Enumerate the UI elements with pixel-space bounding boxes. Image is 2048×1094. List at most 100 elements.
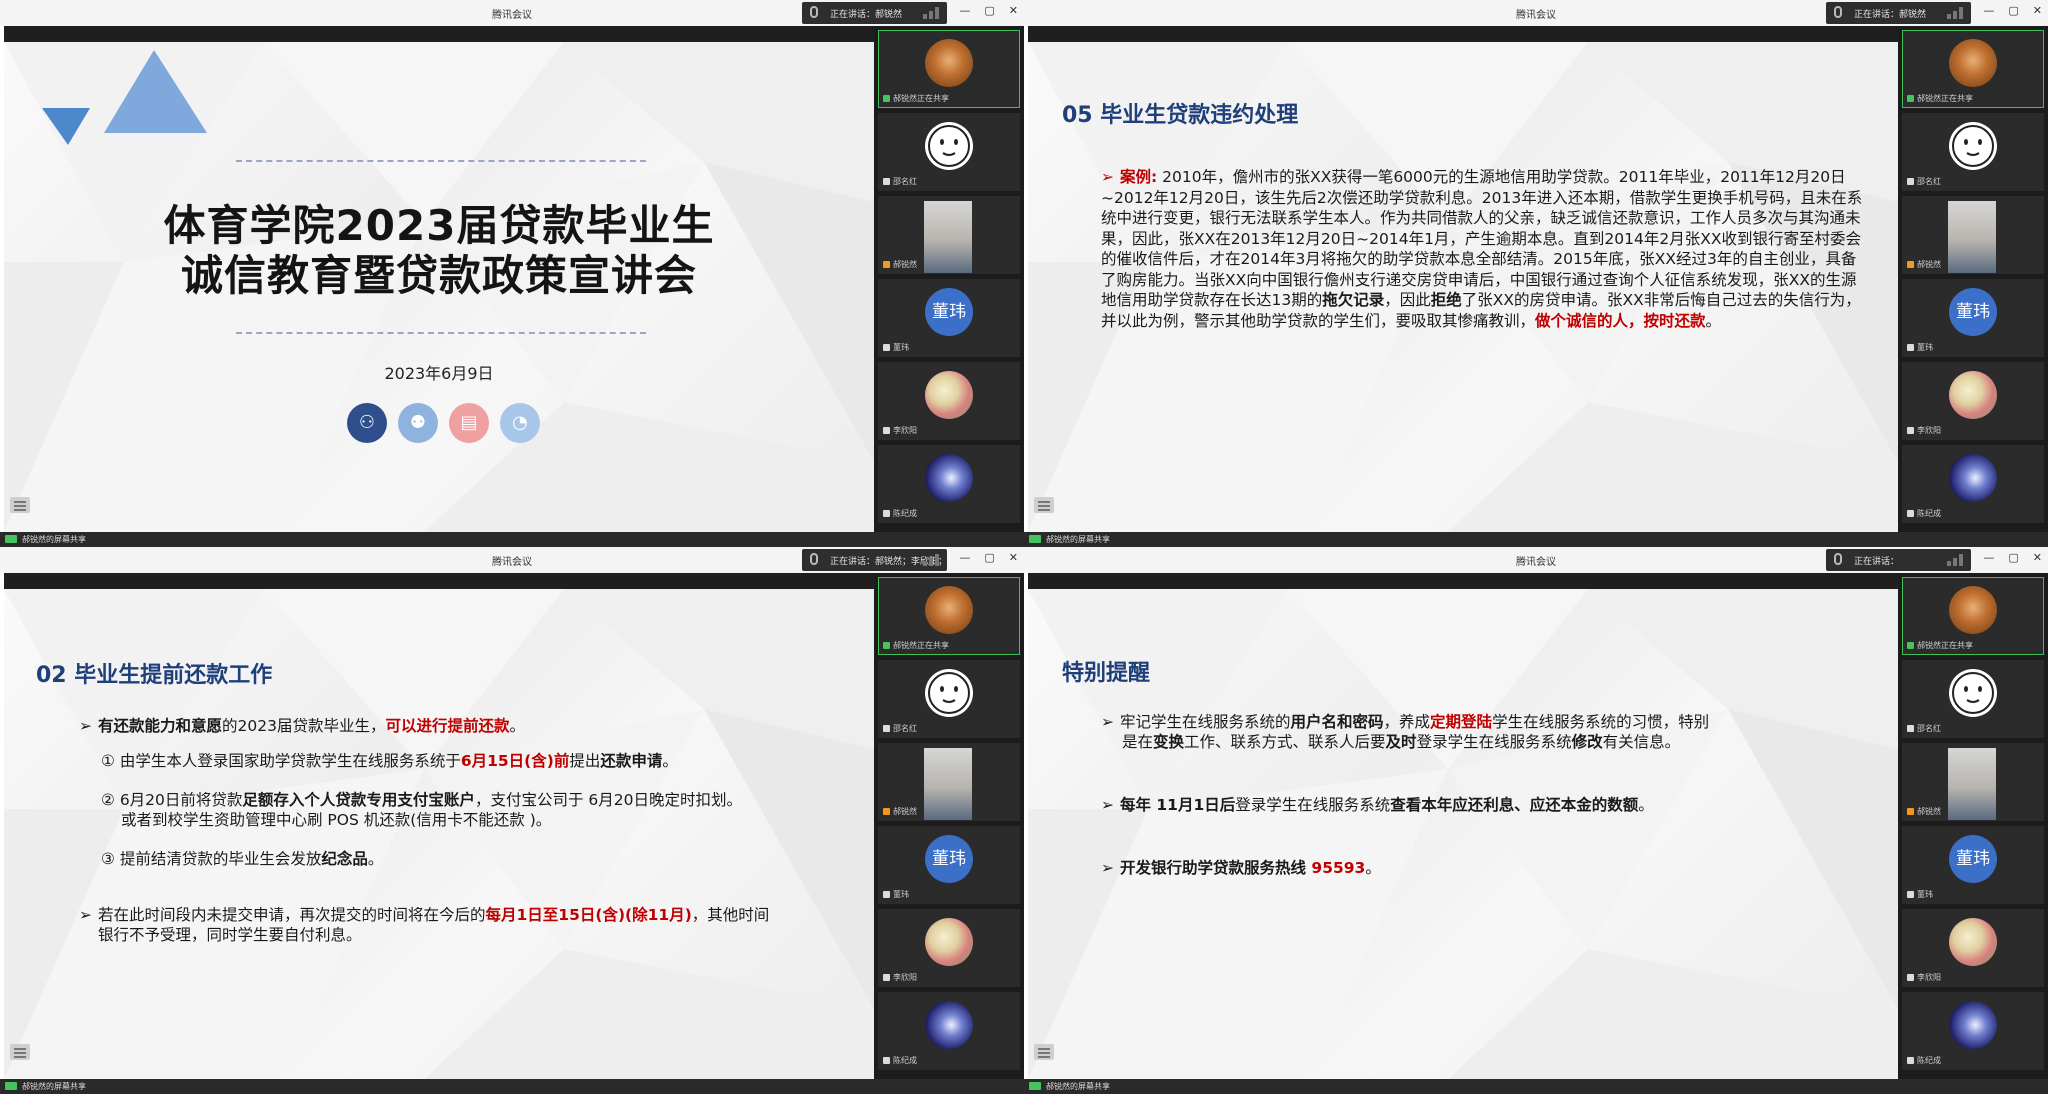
- slide-list-button[interactable]: [1034, 497, 1054, 513]
- avatar: [1949, 918, 1997, 966]
- mic-icon: [810, 6, 818, 18]
- maximize-button[interactable]: ▢: [984, 551, 994, 564]
- mic-icon: [1834, 553, 1842, 565]
- toolbar-strip: [4, 573, 1024, 589]
- signal-icon: [923, 7, 941, 19]
- window-controls: — ▢ ✕: [959, 4, 1018, 17]
- participant-tile-5[interactable]: 李欣阳: [1902, 909, 2044, 987]
- participant-tile-6[interactable]: 陈纪成: [1902, 445, 2044, 523]
- close-button[interactable]: ✕: [2033, 551, 2042, 564]
- mic-icon: [1907, 178, 1914, 185]
- participant-tile-2[interactable]: 邵名红: [878, 113, 1020, 191]
- avatar: 董玮: [1949, 288, 1997, 336]
- meeting-window-3: 腾讯会议 正在讲话：郝锐然；李欣阳； — ▢ ✕ 02 毕业生提前还款工作 ➢ 有…: [0, 547, 1024, 1094]
- avatar: [925, 1001, 973, 1049]
- mic-icon: [883, 344, 890, 351]
- status-text: 郝锐然的屏幕共享: [22, 535, 86, 544]
- presentation-icon: ▤: [449, 403, 489, 443]
- mic-icon: [1907, 344, 1914, 351]
- participant-tile-3[interactable]: 郝锐然: [1902, 743, 2044, 821]
- meeting-window-2: 腾讯会议 正在讲话：郝锐然 — ▢ ✕ 05 毕业生贷款违约处理 ➢ 案例: 20…: [1024, 0, 2048, 547]
- participant-tile-4[interactable]: 董玮 董玮: [1902, 279, 2044, 357]
- participant-name: 邵名红: [1907, 723, 1941, 734]
- screen-share-icon: [5, 535, 17, 543]
- prepay-point-1: ➢ 有还款能力和意愿的2023届贷款毕业生，可以进行提前还款。: [79, 717, 525, 735]
- participant-tile-6[interactable]: 陈纪成: [1902, 992, 2044, 1070]
- participant-tile-3[interactable]: 郝锐然: [878, 196, 1020, 274]
- participant-tile-1[interactable]: 郝锐然正在共享: [878, 30, 1020, 108]
- participant-tile-6[interactable]: 陈纪成: [878, 445, 1020, 523]
- maximize-button[interactable]: ▢: [984, 4, 994, 17]
- participant-name: 邵名红: [1907, 176, 1941, 187]
- user-icon: [1907, 261, 1914, 268]
- participant-name: 郝锐然: [1907, 806, 1941, 817]
- mic-icon: [883, 891, 890, 898]
- avatar: [925, 918, 973, 966]
- decor-triangles-icon: [42, 50, 207, 145]
- arrow-bullet-icon: ➢: [79, 906, 92, 924]
- participant-tile-3[interactable]: 郝锐然: [1902, 196, 2044, 274]
- participant-tile-6[interactable]: 陈纪成: [878, 992, 1020, 1070]
- participant-name: 董玮: [883, 342, 909, 353]
- avatar: [1949, 122, 1997, 170]
- reminder-2: ➢ 每年 11月1日后登录学生在线服务系统查看本年应还利息、应还本金的数额。: [1101, 796, 1654, 814]
- prepay-step-2: ② 6月20日前将贷款足额存入个人贷款专用支付宝账户，支付宝公司于 6月20日晚…: [101, 791, 742, 809]
- participant-tile-4[interactable]: 董玮 董玮: [878, 279, 1020, 357]
- participant-tile-3[interactable]: 郝锐然: [878, 743, 1020, 821]
- participant-sidebar: 郝锐然正在共享 邵名红 郝锐然 董玮 董玮 李欣阳 陈纪成: [874, 26, 1024, 532]
- prepay-point-2-line2: 银行不予受理，同时学生要自付利息。: [98, 926, 362, 944]
- participant-tile-2[interactable]: 邵名红: [878, 660, 1020, 738]
- participant-sidebar: 郝锐然正在共享 邵名红 郝锐然 董玮 董玮 李欣阳 陈纪成: [1898, 573, 2048, 1079]
- minimize-button[interactable]: —: [959, 551, 970, 564]
- avatar: [925, 586, 973, 634]
- minimize-button[interactable]: —: [1983, 551, 1994, 564]
- participant-tile-5[interactable]: 李欣阳: [878, 362, 1020, 440]
- participant-tile-5[interactable]: 李欣阳: [1902, 362, 2044, 440]
- mic-icon: [883, 427, 890, 434]
- minimize-button[interactable]: —: [1983, 4, 1994, 17]
- close-button[interactable]: ✕: [1009, 4, 1018, 17]
- face-sketch-icon: [1952, 672, 1994, 714]
- speaking-text: 正在讲话：: [1854, 557, 1900, 567]
- minimize-button[interactable]: —: [959, 4, 970, 17]
- participant-tile-4[interactable]: 董玮 董玮: [878, 826, 1020, 904]
- participant-tile-1[interactable]: 郝锐然正在共享: [878, 577, 1020, 655]
- reminder-1-line2: 是在变换工作、联系方式、联系人后要及时登录学生在线服务系统修改有关信息。: [1122, 733, 1681, 751]
- participant-name: 陈纪成: [883, 1055, 917, 1066]
- maximize-button[interactable]: ▢: [2008, 4, 2018, 17]
- mic-icon: [883, 178, 890, 185]
- participant-tile-5[interactable]: 李欣阳: [878, 909, 1020, 987]
- mic-icon: [1907, 1057, 1914, 1064]
- shared-screen: 02 毕业生提前还款工作 ➢ 有还款能力和意愿的2023届贷款毕业生，可以进行提前…: [4, 589, 874, 1079]
- participant-name: 董玮: [883, 889, 909, 900]
- toolbar-strip: [1028, 573, 2048, 589]
- reminder-3: ➢ 开发银行助学贷款服务热线 95593。: [1101, 859, 1381, 877]
- prepay-step-2-line2: 或者到校学生资助管理中心刷 POS 机还款(信用卡不能还款 )。: [121, 811, 552, 829]
- participant-name: 郝锐然正在共享: [1907, 93, 1973, 104]
- participant-tile-2[interactable]: 邵名红: [1902, 113, 2044, 191]
- participant-name: 郝锐然正在共享: [1907, 640, 1973, 651]
- participant-tile-1[interactable]: 郝锐然正在共享: [1902, 30, 2044, 108]
- maximize-button[interactable]: ▢: [2008, 551, 2018, 564]
- mic-icon: [1907, 891, 1914, 898]
- close-button[interactable]: ✕: [2033, 4, 2042, 17]
- slide-list-button[interactable]: [1034, 1044, 1054, 1060]
- window-controls: — ▢ ✕: [959, 551, 1018, 564]
- shared-screen: 特别提醒 ➢ 牢记学生在线服务系统的用户名和密码，养成定期登陆学生在线服务系统的习…: [1028, 589, 1898, 1079]
- status-text: 郝锐然的屏幕共享: [1046, 535, 1110, 544]
- avatar: [925, 39, 973, 87]
- participant-tile-1[interactable]: 郝锐然正在共享: [1902, 577, 2044, 655]
- avatar: [1948, 201, 1996, 273]
- close-button[interactable]: ✕: [1009, 551, 1018, 564]
- screen-share-icon: [883, 642, 890, 649]
- title-bar: 腾讯会议 正在讲话：郝锐然 — ▢ ✕: [0, 0, 1024, 26]
- mic-icon: [1907, 427, 1914, 434]
- avatar: [1949, 669, 1997, 717]
- participant-tile-2[interactable]: 邵名红: [1902, 660, 2044, 738]
- title-bar: 腾讯会议 正在讲话： — ▢ ✕: [1024, 547, 2048, 573]
- participant-tile-4[interactable]: 董玮 董玮: [1902, 826, 2044, 904]
- screen-share-icon: [1029, 1082, 1041, 1090]
- slide-list-button[interactable]: [10, 497, 30, 513]
- slide-list-button[interactable]: [10, 1044, 30, 1060]
- prepay-step-3: ③ 提前结清贷款的毕业生会发放纪念品。: [101, 850, 384, 868]
